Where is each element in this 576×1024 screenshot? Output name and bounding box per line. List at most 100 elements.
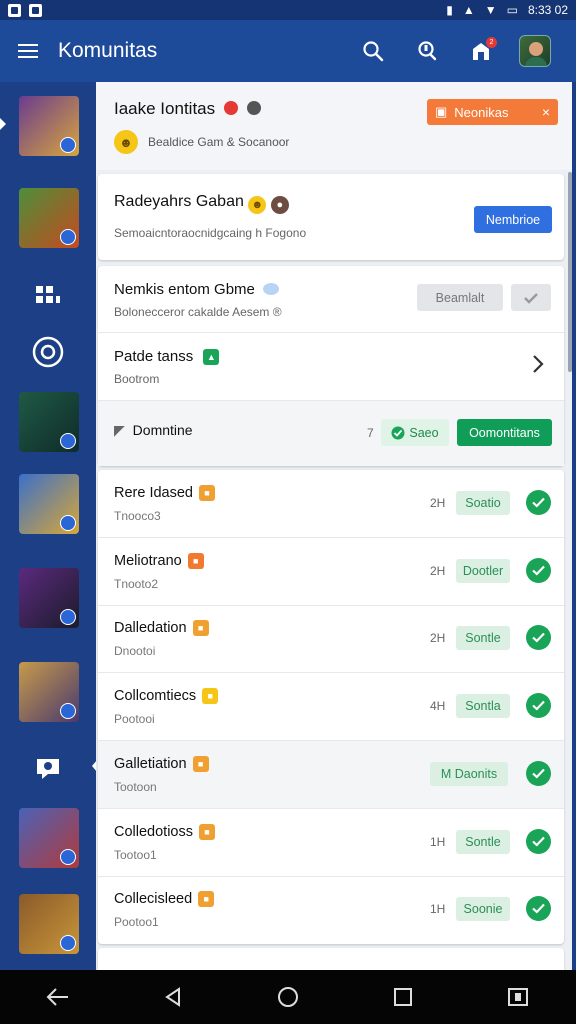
chat-icon[interactable]: [30, 750, 66, 786]
confirm-check-button[interactable]: [511, 284, 551, 311]
recents-square-icon: [394, 988, 413, 1006]
recents-button[interactable]: [375, 970, 431, 1024]
rail-game-raid[interactable]: [19, 808, 79, 868]
check-circle-icon: [391, 426, 405, 439]
search-icon: [363, 41, 384, 62]
check-circle-icon[interactable]: [526, 693, 551, 719]
page-title: Komunitas: [58, 39, 158, 62]
group-row-subtitle: Bolonecceror cakalde Aesem ®: [114, 305, 282, 319]
verified-icon: [60, 515, 76, 531]
status-badge[interactable]: Dootler: [456, 558, 510, 583]
group-card: Nemkis entom Gbme Bolonecceror cakalde A…: [98, 266, 564, 466]
back-arrow-icon: [46, 988, 68, 1006]
list-item[interactable]: Galletiation ■ Tootoon M Daonits: [98, 740, 564, 809]
check-circle-icon[interactable]: [526, 896, 551, 922]
notification-button[interactable]: [404, 28, 450, 74]
triangle-back-icon: [164, 987, 180, 1007]
disabled-button[interactable]: Beamlalt: [417, 284, 503, 311]
rail-game-legend[interactable]: [19, 662, 79, 722]
settings-dot-icon: [246, 101, 261, 115]
hamburger-icon: [18, 50, 38, 52]
battery-icon: ▭: [506, 3, 518, 17]
profile-button[interactable]: [512, 28, 558, 74]
status-badge[interactable]: M Daonits: [430, 761, 508, 786]
check-circle-icon[interactable]: [526, 625, 551, 651]
community-count: 7: [367, 426, 374, 440]
member-name: Galletiation ■: [114, 755, 209, 772]
platform-row-subtitle: Bootrom: [114, 372, 160, 386]
list-item[interactable]: Collcomtiecs ■ Pootooi 4H Sontla: [98, 673, 564, 742]
status-badge[interactable]: Sontla: [456, 694, 510, 719]
rail-game-arena[interactable]: [19, 568, 79, 628]
list-item[interactable]: Dalledation ■ Dnootoi 2H Sontle: [98, 605, 564, 674]
system-nav-bar: [0, 970, 576, 1024]
check-circle-icon[interactable]: [526, 490, 551, 515]
member-count: 1H: [430, 902, 446, 917]
platform-row-title: Patde tanss ▲: [114, 348, 220, 365]
check-circle-icon[interactable]: [526, 760, 551, 786]
member-name: Rere Idased ■: [114, 485, 215, 501]
role-badge-icon: ■: [199, 823, 215, 840]
status-badge[interactable]: Sontle: [456, 626, 510, 651]
store-button[interactable]: 2: [458, 28, 504, 74]
role-badge-icon: ■: [199, 485, 215, 501]
avatar: [519, 35, 551, 67]
community-action-button[interactable]: Oomontitans: [457, 419, 552, 446]
wifi-icon: ▼: [484, 3, 497, 17]
home-button[interactable]: [260, 970, 316, 1024]
member-meta: Pootoo1: [114, 915, 159, 930]
check-circle-icon[interactable]: [526, 557, 551, 583]
verified-icon: [60, 609, 76, 625]
rail-game-chest[interactable]: [19, 894, 79, 954]
explore-icon[interactable]: [30, 334, 66, 370]
role-badge-icon: ■: [192, 620, 209, 637]
list-item[interactable]: Collecisleed ■ Pootoo1 1H Soonie: [98, 876, 564, 943]
rail-game-warrior[interactable]: [19, 188, 79, 248]
bell-search-icon: [418, 41, 437, 61]
status-badge[interactable]: Soatio: [456, 491, 510, 515]
group-row-title: Nemkis entom Gbme: [114, 281, 280, 298]
back-button[interactable]: [30, 970, 86, 1024]
clock: 8:33 02: [527, 3, 568, 17]
member-meta: Tnooto2: [114, 576, 159, 591]
status-badge[interactable]: Sontle: [456, 829, 510, 854]
member-list-more: [98, 948, 564, 970]
community-row: ◤ Domntine 7 Saeo Oomontitans: [98, 401, 564, 466]
member-name: Collcomtiecs ■: [114, 688, 219, 705]
member-button[interactable]: Nembrioe: [474, 206, 552, 233]
close-icon[interactable]: ×: [542, 104, 550, 120]
search-button[interactable]: [350, 28, 396, 74]
selected-indicator: [0, 118, 6, 130]
screenshot-button[interactable]: [490, 970, 546, 1024]
verified-icon: [60, 849, 76, 865]
list-item[interactable]: Colledotioss ■ Tootoo1 1H Sontle: [98, 809, 564, 877]
member-meta: Tootoon: [114, 779, 157, 794]
smile-emoji-icon: ☻: [114, 130, 138, 154]
status-chip[interactable]: Saeo: [381, 419, 449, 446]
rail-game-kingdom[interactable]: [19, 96, 79, 156]
home-circle-icon: [277, 987, 298, 1007]
status-bar: ▮ ▲ ▼ ▭ 8:33 02: [0, 0, 576, 20]
member-meta: Dnootoi: [114, 644, 156, 659]
invite-subtitle: Semoaicntoraocnidgcaing h Fogono: [114, 226, 307, 240]
list-item[interactable]: Rere Idased ■ Tnooco3 2H Soatio: [98, 470, 564, 538]
community-title: Iaake Iontitas: [114, 99, 261, 119]
reaction-icon: ●: [270, 196, 289, 214]
list-item[interactable]: Meliotrano ■ Tnooto2 2H Dootler: [98, 538, 564, 606]
tag-chip[interactable]: ▣ Neonikas ×: [427, 99, 558, 125]
check-icon: [524, 292, 538, 304]
community-panel: Iaake Iontitas ☻ Bealdice Gam & Socanoor…: [96, 82, 572, 970]
rail-game-hero[interactable]: [19, 392, 79, 452]
member-count: 2H: [430, 631, 446, 646]
chevron-right-icon[interactable]: [532, 354, 544, 379]
grid-icon[interactable]: [30, 278, 66, 314]
nav-back-button[interactable]: [145, 970, 201, 1024]
check-circle-icon[interactable]: [526, 828, 551, 854]
invite-title: Radeyahrs Gaban ☻ ●: [114, 193, 289, 214]
rail-game-clash[interactable]: [19, 474, 79, 534]
scrollbar[interactable]: [568, 172, 572, 372]
status-badge[interactable]: Soonie: [456, 897, 510, 922]
menu-button[interactable]: [0, 20, 56, 82]
verified-icon: [60, 935, 76, 951]
member-count: 1H: [430, 834, 446, 849]
